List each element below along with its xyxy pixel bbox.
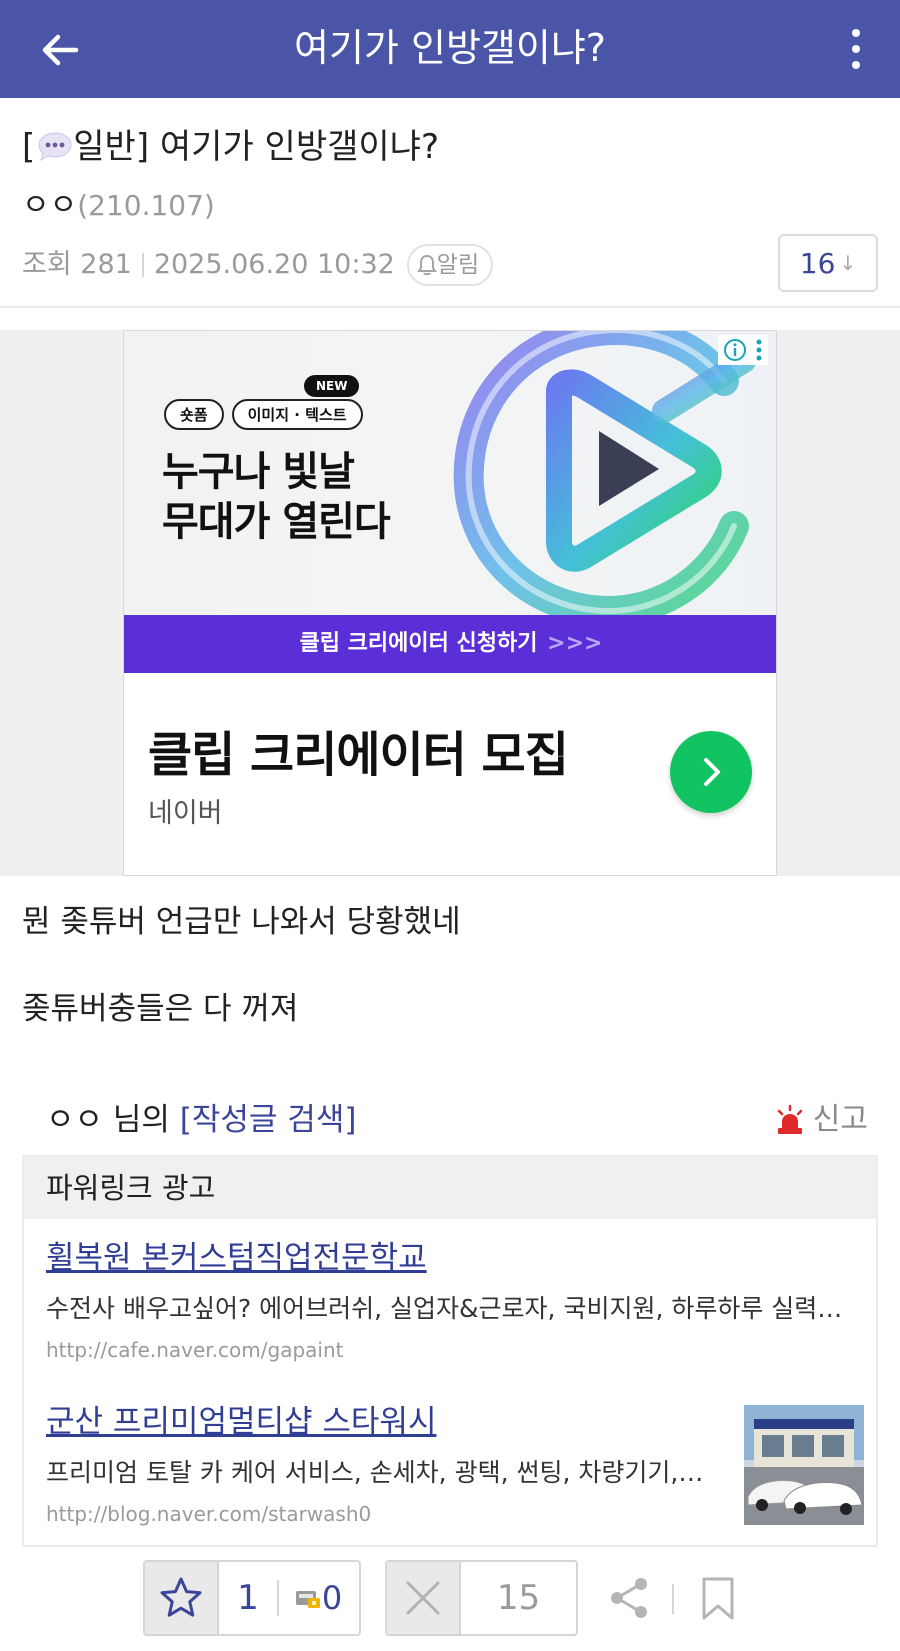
ad-tags: 숏폼 이미지 · 텍스트 (164, 399, 363, 430)
post-header: [ 일반] 여기가 인방갤이냐? ㅇㅇ(210.107) 조회 281 2025… (0, 98, 900, 308)
clip-play-logo (453, 331, 756, 621)
view-count: 조회 281 (22, 249, 132, 280)
downvote-group: 15 (385, 1560, 578, 1636)
downvote-button[interactable] (387, 1562, 461, 1634)
powerlink-thumbnail[interactable] (744, 1405, 864, 1525)
ad-headline-line1: 누구나 빛날 (162, 449, 355, 495)
report-button[interactable]: 신고 (775, 1098, 868, 1142)
ad-more-icon[interactable] (755, 338, 763, 362)
siren-icon (777, 1104, 803, 1134)
powerlink-ad-box: 파워링크 광고 휠복원 본커스텀직업전문학교 수전사 배우고싶어? 에어브러쉬,… (22, 1155, 878, 1547)
ad-visual: NEW 숏폼 이미지 · 텍스트 누구나 빛날 무대가 열린다 (124, 331, 776, 621)
post-meta: 조회 281 2025.06.20 10:32 알림 (22, 244, 494, 286)
bell-icon (416, 254, 437, 276)
comment-count: 16 (799, 246, 836, 280)
writer-name: ㅇㅇ (46, 1102, 104, 1138)
report-label: 신고 (812, 1102, 868, 1137)
recommend-group: 1 0 (143, 1560, 361, 1636)
writer-suffix: 님의 (103, 1102, 180, 1138)
alarm-label: 알림 (436, 252, 480, 278)
powerlink-item-url[interactable]: http://cafe.naver.com/gapaint (46, 1335, 846, 1365)
post-body-line-2: 좆튜버충들은 다 꺼져 (22, 991, 299, 1027)
ad-tag-shortform: 숏폼 (164, 399, 224, 430)
alarm-button[interactable]: 알림 (406, 244, 494, 286)
downvote-count: 15 (496, 1578, 541, 1618)
ad-strip-text: 클립 크리에이터 신청하기 (299, 631, 538, 656)
powerlink-item-url[interactable]: http://blog.naver.com/starwash0 (46, 1499, 706, 1529)
bookmark-icon[interactable] (700, 1576, 736, 1622)
car-wash-photo (744, 1405, 864, 1525)
powerlink-item-title[interactable]: 휠복원 본커스텀직업전문학교 (46, 1237, 846, 1279)
recommend-button[interactable] (145, 1562, 219, 1634)
share-icon[interactable] (608, 1576, 652, 1620)
new-badge: NEW (304, 375, 360, 397)
ad-info-controls[interactable] (718, 335, 768, 365)
fixed-recommend-group[interactable]: 0 (279, 1562, 357, 1634)
more-options-icon[interactable] (846, 26, 866, 72)
writer-search-link[interactable]: [작성글 검색] (180, 1102, 357, 1138)
action-divider (672, 1584, 674, 1614)
page-title: 여기가 인방갤이냐? (294, 26, 606, 70)
ad-title: 클립 크리에이터 모집 (148, 727, 569, 783)
chevron-right-icon (704, 758, 720, 786)
back-arrow-icon[interactable] (38, 28, 82, 72)
category-open-bracket: [ (22, 127, 36, 167)
down-arrow-icon: ↓ (839, 251, 857, 275)
meta-divider (141, 253, 144, 277)
post-title: [ 일반] 여기가 인방갤이냐? (22, 124, 439, 170)
powerlink-item-title[interactable]: 군산 프리미엄멀티샵 스타워시 (46, 1401, 706, 1443)
ad-area: NEW 숏폼 이미지 · 텍스트 누구나 빛날 무대가 열린다 클립 크리에이터 (0, 330, 900, 876)
x-icon (406, 1581, 440, 1615)
ad-strip-chevrons: >>> (547, 631, 603, 656)
recommend-count: 1 (237, 1578, 259, 1618)
ad-card[interactable]: NEW 숏폼 이미지 · 텍스트 누구나 빛날 무대가 열린다 클립 크리에이터 (123, 330, 777, 876)
post-action-bar: 1 0 15 (0, 1558, 900, 1638)
ad-source: 네이버 (148, 798, 223, 829)
ad-headline: 누구나 빛날 무대가 열린다 (162, 447, 391, 547)
powerlink-heading: 파워링크 광고 (24, 1157, 876, 1219)
ad-cta-strip[interactable]: 클립 크리에이터 신청하기 >>> (124, 615, 776, 673)
author-name: ㅇㅇ (22, 188, 78, 223)
fixed-recommend-icon (295, 1591, 320, 1608)
star-icon (160, 1577, 202, 1617)
post-datetime: 2025.06.20 10:32 (153, 249, 395, 280)
powerlink-item[interactable]: 휠복원 본커스텀직업전문학교 수전사 배우고싶어? 에어브러쉬, 실업자&근로자… (46, 1237, 846, 1365)
ad-tag-image-text: 이미지 · 텍스트 (231, 399, 363, 430)
powerlink-item[interactable]: 군산 프리미엄멀티샵 스타워시 프리미엄 토탈 카 케어 서비스, 손세차, 광… (46, 1401, 706, 1529)
post-author[interactable]: ㅇㅇ(210.107) (22, 186, 215, 226)
writer-row: ㅇㅇ 님의 [작성글 검색] 신고 (46, 1098, 878, 1144)
post-category: 일반] (73, 127, 150, 167)
fixed-recommend-count: 0 (321, 1579, 343, 1617)
top-app-bar: 여기가 인방갤이냐? (0, 0, 900, 98)
author-ip: (210.107) (77, 189, 215, 222)
comment-count-button[interactable]: 16 ↓ (778, 234, 878, 292)
post-body-line-1: 뭔 좆튜버 언급만 나와서 당황했네 (22, 904, 461, 940)
ad-headline-line2: 무대가 열린다 (162, 499, 391, 545)
post-title-text: 여기가 인방갤이냐? (159, 127, 439, 167)
powerlink-item-desc: 수전사 배우고싶어? 에어브러쉬, 실업자&근로자, 국비지원, 하루하루 실력… (46, 1294, 846, 1323)
powerlink-item-desc: 프리미엄 토탈 카 케어 서비스, 손세차, 광택, 썬팅, 차량기기, 디테일… (46, 1458, 706, 1487)
speech-bubble-icon (38, 132, 72, 162)
ad-go-button[interactable] (670, 731, 752, 813)
info-icon[interactable] (723, 338, 747, 362)
